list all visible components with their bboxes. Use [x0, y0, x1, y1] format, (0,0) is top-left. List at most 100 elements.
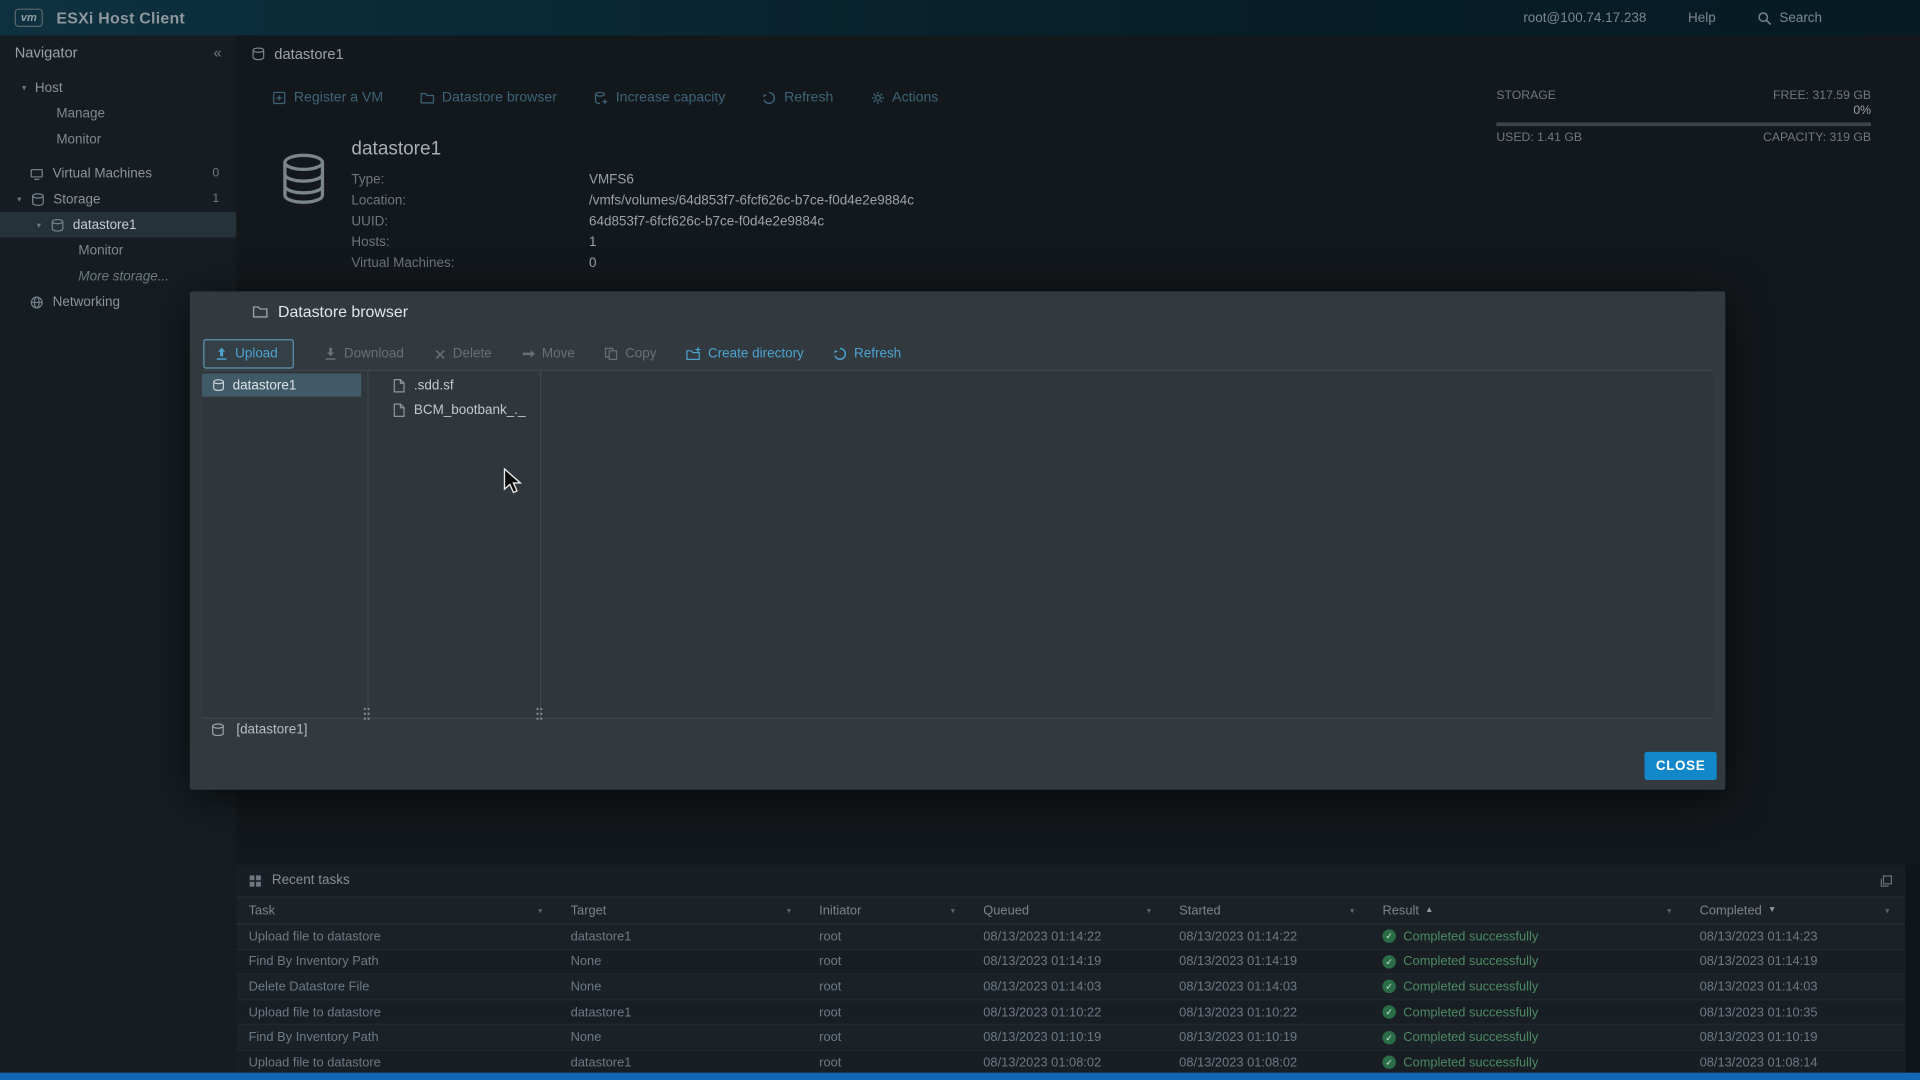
- col-queued[interactable]: Queued ▾: [971, 898, 1167, 924]
- actions-button[interactable]: Actions: [870, 91, 938, 105]
- tasks-table-header: Task ▾ Target ▾ Initiator ▾ Queued ▾ Sta…: [236, 897, 1906, 925]
- search-control[interactable]: Search: [1757, 10, 1822, 25]
- button-label: Create directory: [707, 346, 804, 362]
- dialog-title-label: Datastore browser: [277, 302, 409, 321]
- create-directory-button[interactable]: Create directory: [686, 346, 804, 362]
- sidebar-item-label: More storage...: [78, 268, 169, 284]
- copy-icon: [604, 347, 619, 362]
- esxi-host-client: vm ESXi Host Client root@100.74.17.238 H…: [0, 0, 1920, 1080]
- col-result[interactable]: Result ▲ ▾: [1370, 898, 1687, 924]
- sidebar-item-datastore1[interactable]: ▾ datastore1: [0, 211, 237, 238]
- result-label: Completed successfully: [1403, 1055, 1539, 1070]
- datastore-toolbar: Register a VM Datastore browser Increase…: [272, 90, 938, 106]
- upload-icon: [214, 347, 229, 362]
- col-completed[interactable]: Completed ▼ ▾: [1687, 898, 1905, 924]
- recent-tasks-title: Recent tasks: [271, 873, 350, 888]
- column-resizer[interactable]: [540, 371, 542, 718]
- hosts-label: Hosts:: [351, 235, 390, 250]
- table-row[interactable]: Delete Datastore File None root 08/13/20…: [236, 973, 1906, 999]
- file-item-sdd-sf[interactable]: .sdd.sf: [381, 373, 454, 396]
- column-label: Started: [1179, 903, 1221, 918]
- target-cell: datastore1: [570, 929, 632, 944]
- sidebar-item-storage[interactable]: ▾ Storage 1: [0, 186, 236, 212]
- sidebar-item-more-storage[interactable]: More storage...: [0, 263, 236, 289]
- button-label: Copy: [625, 346, 657, 362]
- column-resizer[interactable]: [367, 371, 369, 718]
- chevron-down-icon[interactable]: ▾: [17, 194, 21, 204]
- chevron-down-icon[interactable]: ▾: [1350, 906, 1354, 916]
- navigator-title: Navigator: [14, 44, 78, 62]
- table-row[interactable]: Upload file to datastore datastore1 root…: [236, 998, 1906, 1025]
- result-label: Completed successfully: [1403, 1004, 1539, 1020]
- table-row[interactable]: Find By Inventory Path None root 08/13/2…: [236, 1024, 1906, 1050]
- expand-panel-icon[interactable]: [1880, 874, 1893, 887]
- close-button[interactable]: CLOSE: [1644, 751, 1717, 780]
- col-initiator[interactable]: Initiator ▾: [807, 898, 971, 924]
- titlebar-right: root@100.74.17.238 Help Search: [1523, 10, 1920, 25]
- tree-item-datastore1-selected[interactable]: datastore1: [202, 373, 362, 397]
- chevron-down-icon[interactable]: ▾: [951, 906, 955, 916]
- datastore-icon: [211, 722, 226, 737]
- chevron-down-icon[interactable]: ▾: [1147, 906, 1151, 916]
- dialog-refresh-button[interactable]: Refresh: [833, 347, 901, 361]
- resize-grip-icon[interactable]: [363, 707, 367, 711]
- success-icon: ✓: [1382, 1030, 1396, 1045]
- sidebar-item-host-monitor[interactable]: Monitor: [0, 126, 236, 152]
- move-button[interactable]: Move: [521, 347, 575, 361]
- file-item-bcm-bootbank[interactable]: BCM_bootbank_._: [381, 398, 525, 421]
- vm-icon: [29, 166, 44, 181]
- delete-button[interactable]: Delete: [433, 347, 492, 361]
- copy-button[interactable]: Copy: [604, 346, 657, 362]
- table-row[interactable]: Find By Inventory Path None root 08/13/2…: [236, 948, 1906, 974]
- target-cell: None: [570, 979, 602, 995]
- refresh-button[interactable]: Refresh: [762, 91, 833, 105]
- col-started[interactable]: Started ▾: [1167, 898, 1370, 924]
- resize-grip-icon[interactable]: [536, 707, 539, 711]
- started-cell: 08/13/2023 01:14:03: [1179, 979, 1298, 995]
- col-target[interactable]: Target ▾: [558, 898, 807, 924]
- help-menu[interactable]: Help: [1688, 10, 1716, 25]
- sidebar-item-host[interactable]: ▾ Host: [0, 75, 236, 101]
- user-menu[interactable]: root@100.74.17.238: [1523, 10, 1646, 25]
- uuid-label: UUID:: [351, 214, 389, 229]
- sort-desc-icon: ▼: [1767, 906, 1777, 915]
- collapse-sidebar-icon[interactable]: «: [213, 44, 221, 61]
- initiator-cell: root: [819, 954, 842, 970]
- chevron-down-icon[interactable]: ▾: [22, 83, 26, 93]
- result-cell: ✓ Completed successfully: [1370, 1000, 1687, 1024]
- started-cell: 08/13/2023 01:08:02: [1179, 1055, 1298, 1070]
- chevron-down-icon[interactable]: ▾: [1667, 906, 1671, 916]
- titlebar: vm ESXi Host Client root@100.74.17.238 H…: [0, 0, 1920, 36]
- sidebar-item-datastore1-monitor[interactable]: Monitor: [0, 238, 236, 264]
- column-label: Queued: [983, 903, 1030, 918]
- datastore-browser-button[interactable]: Datastore browser: [420, 91, 557, 105]
- download-button[interactable]: Download: [323, 347, 404, 361]
- file-browser: datastore1 .sdd.sf BCM_bootbank_._: [202, 369, 1714, 719]
- col-task[interactable]: Task ▾: [236, 898, 558, 924]
- create-directory-icon: [686, 347, 702, 362]
- register-vm-button[interactable]: Register a VM: [272, 90, 384, 106]
- chevron-down-icon[interactable]: ▾: [538, 906, 542, 916]
- sidebar-item-label: datastore1: [72, 217, 137, 233]
- upload-button[interactable]: Upload: [203, 339, 294, 369]
- storage-usage-bar: [1496, 122, 1872, 127]
- task-cell: Find By Inventory Path: [248, 954, 379, 970]
- sidebar-item-host-manage[interactable]: Manage: [0, 100, 236, 126]
- search-icon: [1757, 10, 1772, 25]
- chevron-down-icon[interactable]: ▾: [1885, 906, 1889, 916]
- sidebar-item-virtual-machines[interactable]: Virtual Machines 0: [0, 160, 236, 186]
- bottom-accent-bar: [0, 1072, 1920, 1080]
- vmware-logo[interactable]: vm: [14, 8, 43, 27]
- column-label: Completed: [1699, 903, 1762, 918]
- dialog-status-bar: [datastore1]: [211, 722, 307, 737]
- button-label: Register a VM: [293, 90, 384, 106]
- table-row[interactable]: Upload file to datastore datastore1 root…: [236, 924, 1906, 949]
- file-icon: [393, 378, 405, 393]
- table-row[interactable]: Upload file to datastore datastore1 root…: [236, 1049, 1906, 1073]
- increase-capacity-button[interactable]: Increase capacity: [594, 91, 725, 105]
- uuid-value: 64d853f7-6fcf626c-b7ce-f0d4e2e9884c: [588, 214, 825, 229]
- vms-label: Virtual Machines:: [351, 255, 455, 271]
- chevron-down-icon[interactable]: ▾: [787, 906, 791, 916]
- chevron-down-icon[interactable]: ▾: [37, 220, 41, 230]
- success-icon: ✓: [1382, 1055, 1396, 1070]
